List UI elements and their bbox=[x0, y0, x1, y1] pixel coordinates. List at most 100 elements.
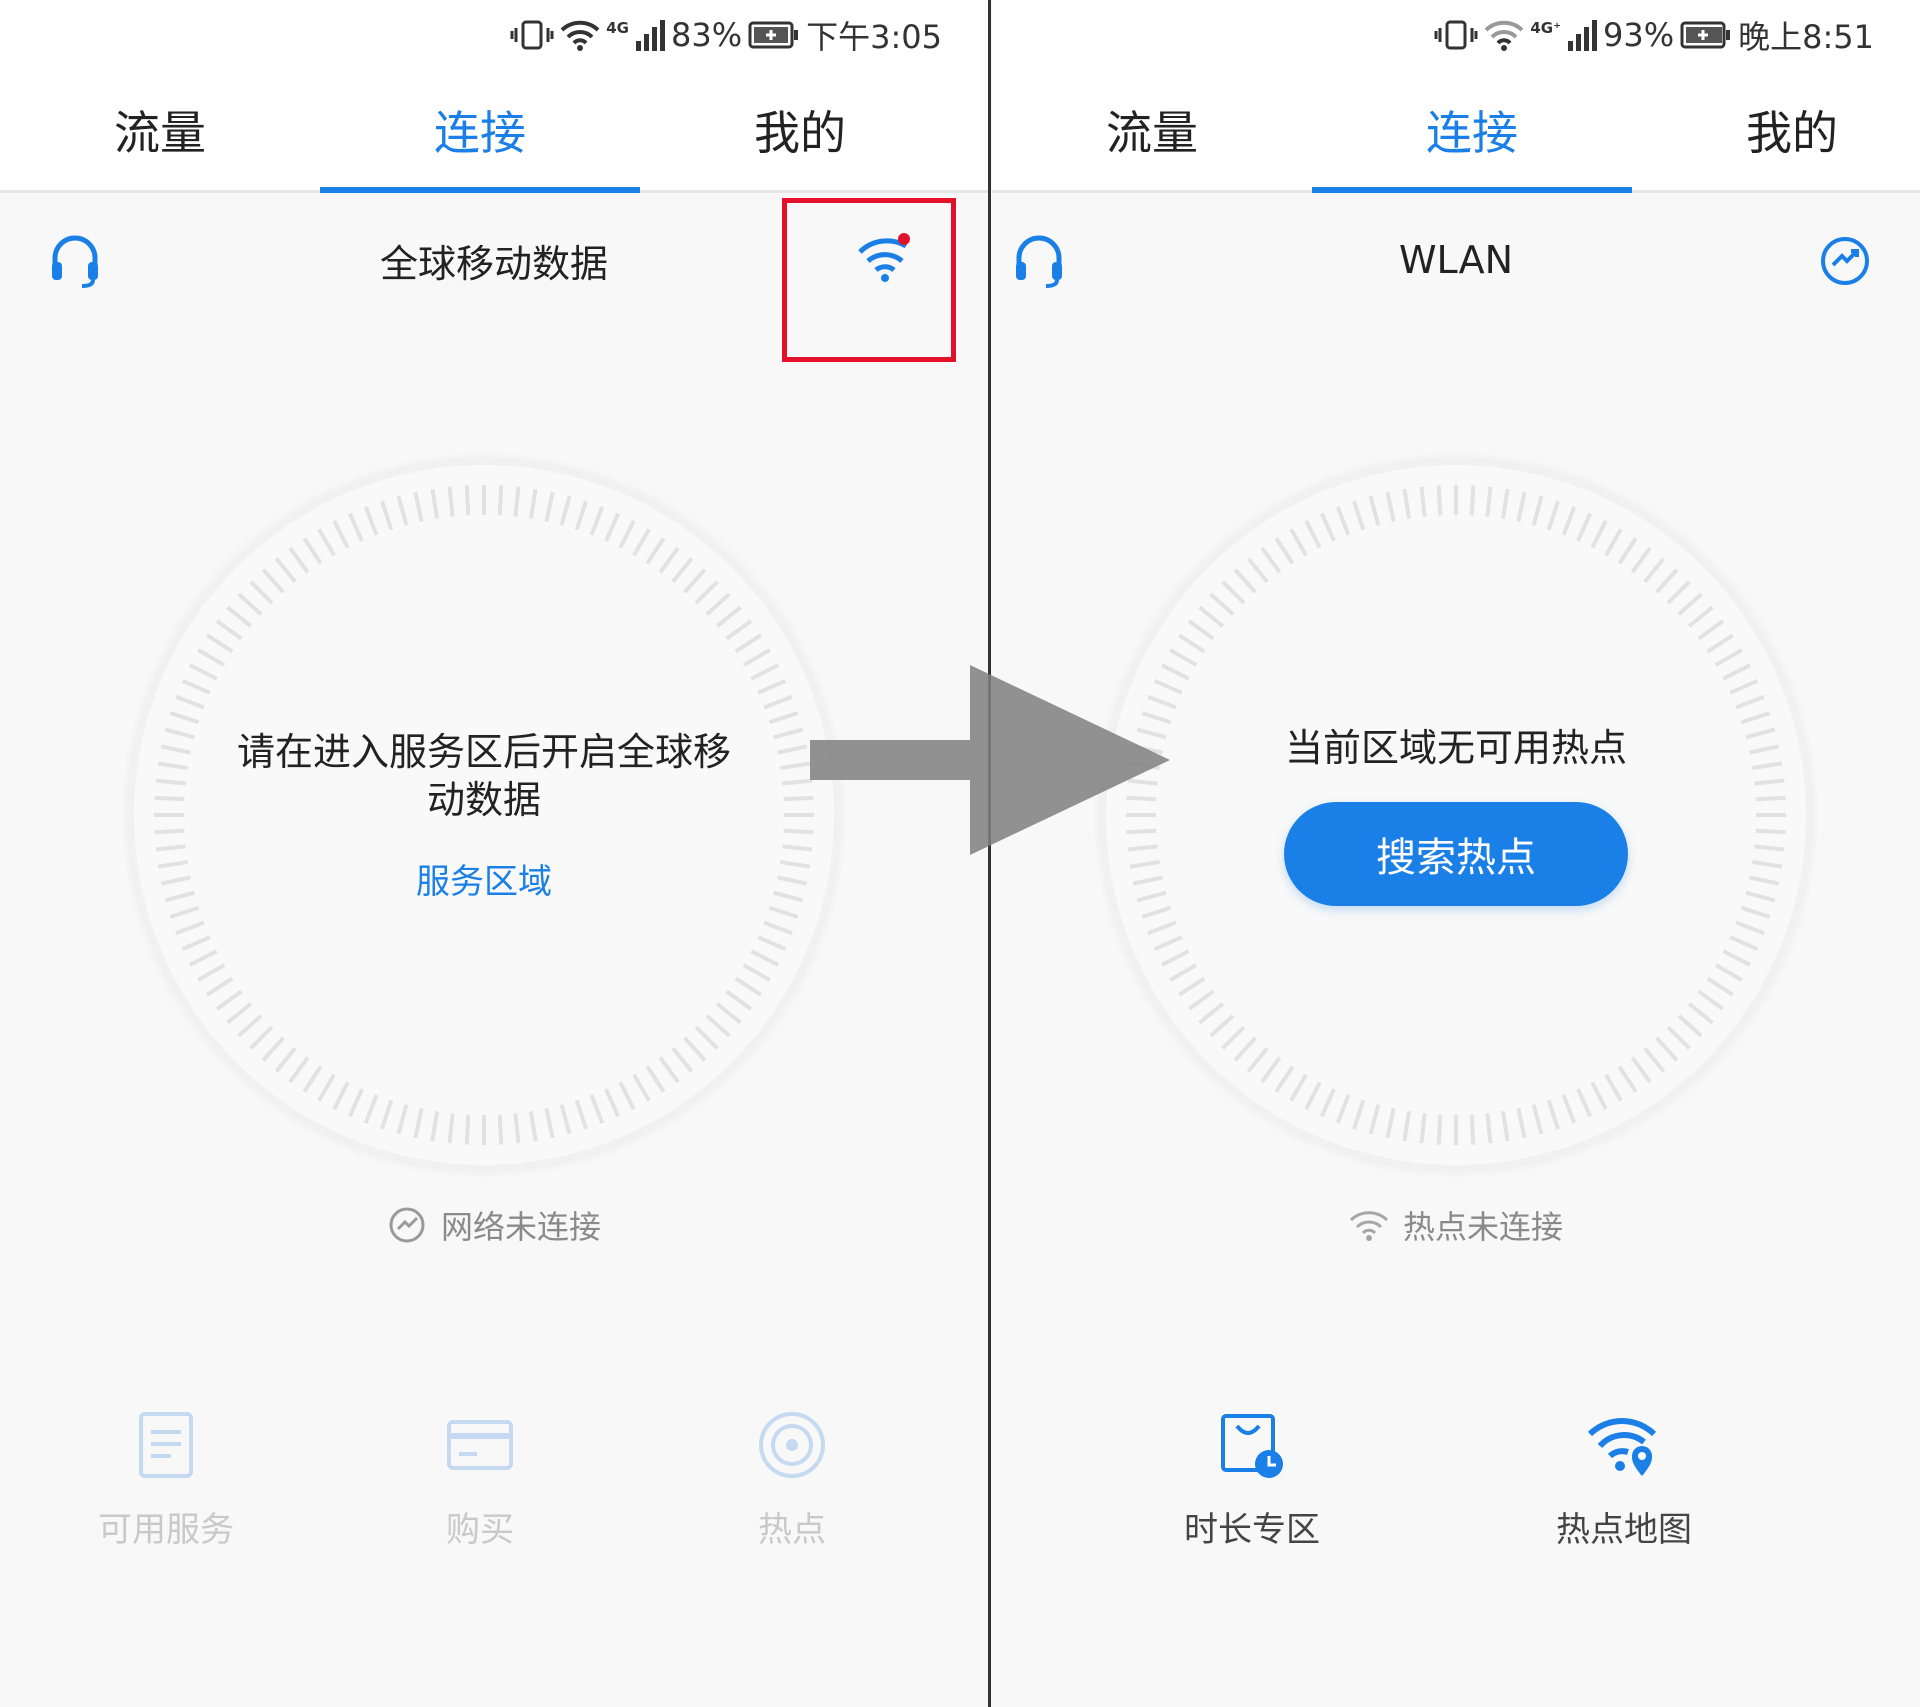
dial-tick bbox=[1677, 592, 1703, 616]
dial-tick bbox=[164, 890, 195, 903]
dial-tick bbox=[447, 486, 455, 517]
dial-tick bbox=[574, 1099, 588, 1130]
dial-tick bbox=[1500, 488, 1510, 520]
dial-tick bbox=[694, 580, 719, 605]
tab-mine[interactable]: 我的 bbox=[640, 70, 960, 190]
nav-buy[interactable]: 购买 bbox=[380, 1410, 580, 1580]
tab-traffic[interactable]: 流量 bbox=[992, 70, 1312, 190]
dial-tick bbox=[750, 663, 779, 681]
dial-tick bbox=[396, 1104, 409, 1135]
tab-traffic[interactable]: 流量 bbox=[0, 70, 320, 190]
dial-tick bbox=[1751, 859, 1783, 869]
dial-tick bbox=[1274, 537, 1295, 565]
battery-percent: 93% bbox=[1603, 16, 1675, 54]
status-bar: 4G 83% 下午3:05 bbox=[0, 0, 988, 70]
battery-icon bbox=[748, 21, 799, 49]
dial-tick bbox=[1561, 1094, 1577, 1124]
dial-tick bbox=[1178, 976, 1206, 997]
dial-tick bbox=[589, 1094, 605, 1124]
dial-tick bbox=[1740, 905, 1771, 919]
dial-tick bbox=[671, 557, 694, 584]
dial-tick bbox=[237, 592, 263, 616]
nav-hotspot[interactable]: 热点 bbox=[692, 1410, 892, 1580]
dial-tick bbox=[1617, 537, 1638, 565]
dial-tick bbox=[1436, 1114, 1443, 1145]
dial-tick bbox=[317, 528, 336, 557]
dial-tick bbox=[528, 1110, 538, 1142]
nav-hotspot-map[interactable]: 热点地图 bbox=[1524, 1410, 1724, 1580]
dial-tick bbox=[1419, 486, 1427, 517]
dial-tick bbox=[1687, 1002, 1714, 1025]
nav-label: 可用服务 bbox=[98, 1510, 234, 1550]
vibrate-icon bbox=[1434, 20, 1478, 50]
dial-tick bbox=[694, 1025, 719, 1050]
nav-label: 购买 bbox=[446, 1510, 514, 1550]
network-disconnected-icon bbox=[389, 1207, 425, 1243]
dial-tick bbox=[1368, 495, 1381, 526]
dial-tick bbox=[1304, 520, 1322, 549]
dial-tick bbox=[734, 976, 762, 997]
dial-tick bbox=[197, 963, 226, 982]
dial-tick bbox=[160, 744, 191, 755]
dial-tick bbox=[777, 875, 808, 886]
dial-tick bbox=[1246, 1046, 1269, 1073]
dial-tick bbox=[189, 663, 218, 681]
wifi-status-icon bbox=[560, 20, 600, 51]
dial-tick bbox=[274, 557, 297, 584]
status-dial: 请在进入服务区后开启全球移动数据 服务区域 bbox=[134, 465, 834, 1165]
dial-tick bbox=[1147, 920, 1177, 936]
dial-tick bbox=[332, 520, 350, 549]
dial-tick bbox=[734, 633, 762, 654]
dial-tick bbox=[1714, 963, 1743, 982]
switch-icon[interactable] bbox=[1818, 234, 1872, 292]
tab-connect[interactable]: 连接 bbox=[1312, 70, 1632, 193]
dial-tick bbox=[380, 1099, 394, 1130]
dial-tick bbox=[779, 859, 811, 869]
dial-tick bbox=[1402, 488, 1412, 520]
dial-tick bbox=[157, 859, 189, 869]
search-hotspot-button[interactable]: 搜索热点 bbox=[1284, 802, 1628, 906]
dial-tick bbox=[1233, 568, 1257, 594]
dial-tick bbox=[1402, 1110, 1412, 1142]
dial-tick bbox=[1141, 905, 1172, 919]
dial-tick bbox=[1754, 778, 1785, 786]
dial-tick bbox=[1749, 744, 1780, 755]
tab-connect[interactable]: 连接 bbox=[320, 70, 640, 193]
dial-tick bbox=[589, 506, 605, 536]
dial-tick bbox=[1735, 920, 1765, 936]
dial-tick bbox=[683, 568, 707, 594]
dial-tick bbox=[413, 491, 424, 522]
header: WLAN bbox=[992, 220, 1920, 300]
dial-tick bbox=[1722, 663, 1751, 681]
dial-tick bbox=[1260, 1056, 1282, 1084]
nav-available-services[interactable]: 可用服务 bbox=[66, 1410, 266, 1580]
dial-tick bbox=[1516, 491, 1527, 522]
dial-tick bbox=[1169, 648, 1198, 667]
nav-time-zone[interactable]: 时长专区 bbox=[1152, 1410, 1352, 1580]
nav-label: 热点 bbox=[758, 1510, 826, 1550]
service-area-link[interactable]: 服务区域 bbox=[416, 854, 552, 903]
dial-tick bbox=[1516, 1108, 1527, 1139]
dial-tick bbox=[169, 905, 200, 919]
dial-tick bbox=[1655, 1036, 1679, 1062]
connection-status-text: 热点未连接 bbox=[1402, 1208, 1563, 1246]
dial-tick bbox=[715, 605, 742, 628]
dial-tick bbox=[1729, 935, 1759, 952]
dial-tick bbox=[249, 1025, 274, 1050]
wifi-status-icon bbox=[1484, 20, 1524, 51]
dial-tick bbox=[347, 512, 364, 542]
dial-tick bbox=[1209, 1014, 1235, 1038]
dial-tick bbox=[1630, 1056, 1652, 1084]
nav-label: 热点地图 bbox=[1556, 1510, 1692, 1550]
tab-mine[interactable]: 我的 bbox=[1632, 70, 1920, 190]
dial-tick bbox=[1129, 859, 1161, 869]
dial-tick bbox=[249, 580, 274, 605]
dial-tick bbox=[1604, 1073, 1623, 1102]
dial-tick bbox=[215, 619, 243, 641]
dial-tick bbox=[1590, 1081, 1608, 1110]
dial-tick bbox=[1751, 761, 1783, 771]
dial-tick bbox=[363, 506, 379, 536]
dial-tick bbox=[1745, 727, 1776, 740]
dial-tick bbox=[1561, 506, 1577, 536]
dial-tick bbox=[1697, 989, 1725, 1011]
